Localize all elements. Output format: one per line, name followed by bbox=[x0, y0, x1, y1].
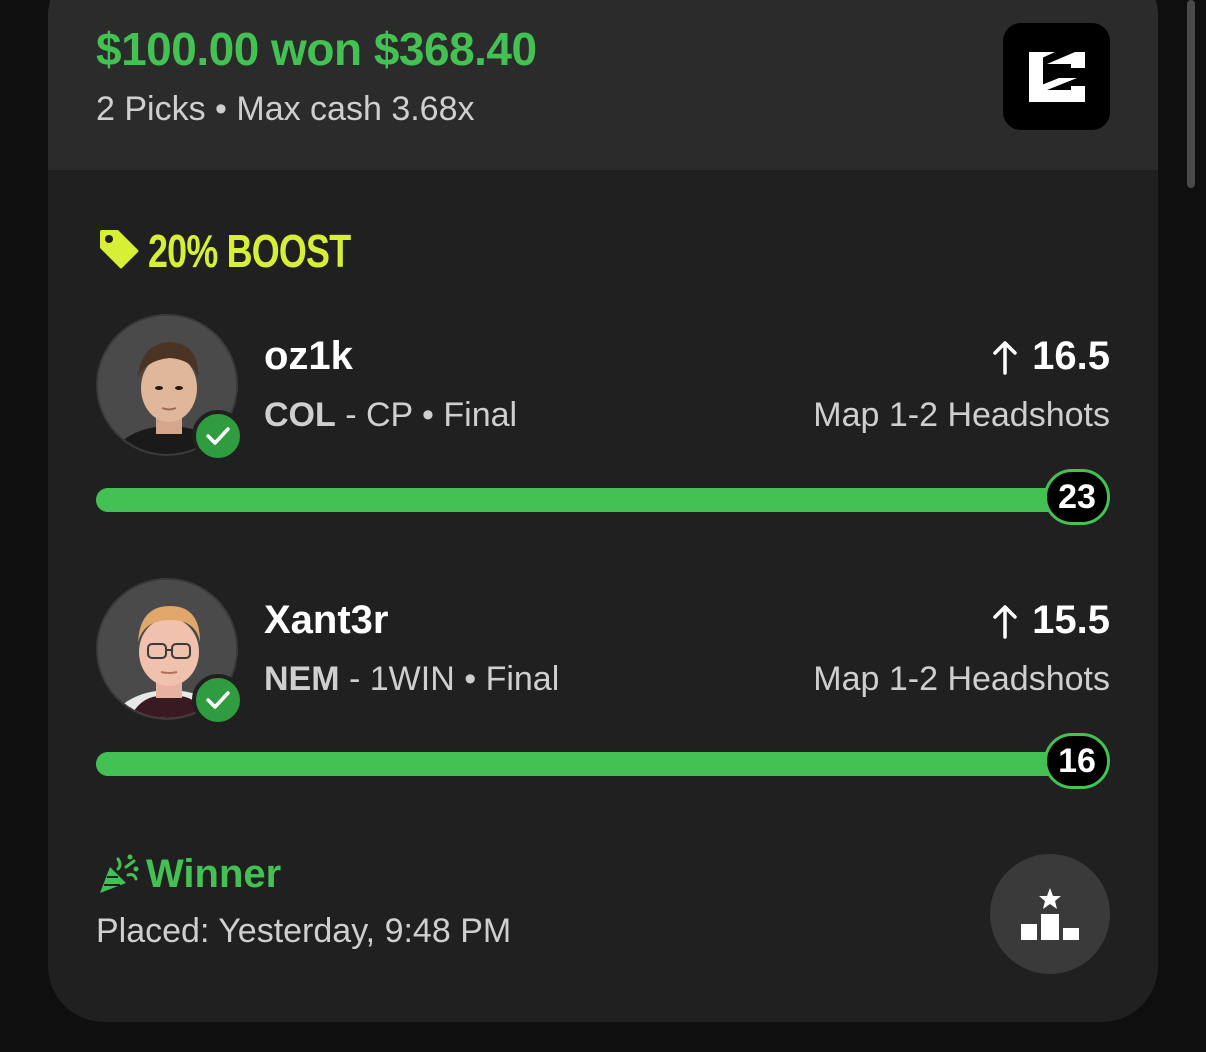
confetti-icon bbox=[96, 853, 140, 897]
boost-label: 20% BOOST bbox=[148, 225, 351, 277]
player-name: oz1k bbox=[264, 334, 353, 378]
check-icon bbox=[192, 674, 244, 726]
team-abbr: NEM bbox=[264, 660, 340, 698]
boost-badge: 20% BOOST bbox=[96, 224, 407, 278]
pick-line: 15.5 bbox=[992, 598, 1110, 643]
line-value: 15.5 bbox=[1032, 598, 1110, 642]
stat-type: Map 1-2 Headshots bbox=[813, 396, 1110, 434]
progress-track bbox=[96, 752, 1096, 776]
player-matchup: NEM - 1WIN • Final bbox=[264, 660, 559, 699]
progress-track bbox=[96, 488, 1096, 512]
check-icon bbox=[192, 410, 244, 462]
entry-payout-title: $100.00 won $368.40 bbox=[96, 23, 537, 75]
entry-card[interactable]: $100.00 won $368.40 2 Picks • Max cash 3… bbox=[48, 0, 1158, 1022]
stat-type: Map 1-2 Headshots bbox=[813, 660, 1110, 698]
team-abbr: COL bbox=[264, 396, 336, 434]
pick-row[interactable]: Xant3r NEM - 1WIN • Final 15.5 Map 1-2 H… bbox=[96, 578, 1110, 828]
arrow-up-icon bbox=[992, 339, 1018, 375]
result-badge: 23 bbox=[1044, 469, 1110, 525]
winner-status: Winner bbox=[96, 852, 281, 897]
pick-row[interactable]: oz1k COL - CP • Final 16.5 Map 1-2 Heads… bbox=[96, 314, 1110, 564]
line-value: 16.5 bbox=[1032, 334, 1110, 378]
leaderboard-button[interactable] bbox=[990, 854, 1110, 974]
progress-fill bbox=[96, 488, 1096, 512]
entry-subtitle: 2 Picks • Max cash 3.68x bbox=[96, 90, 475, 128]
placed-timestamp: Placed: Yesterday, 9:48 PM bbox=[96, 912, 512, 950]
app-logo-icon bbox=[1003, 23, 1110, 130]
matchup-status: - 1WIN • Final bbox=[339, 660, 560, 698]
scrollbar[interactable] bbox=[1187, 0, 1195, 188]
winner-label: Winner bbox=[146, 852, 282, 896]
player-matchup: COL - CP • Final bbox=[264, 396, 517, 435]
matchup-status: - CP • Final bbox=[335, 396, 518, 434]
progress-fill bbox=[96, 752, 1096, 776]
entry-header: $100.00 won $368.40 2 Picks • Max cash 3… bbox=[48, 0, 1158, 170]
arrow-up-icon bbox=[992, 603, 1018, 639]
podium-icon bbox=[1019, 886, 1081, 942]
pick-line: 16.5 bbox=[992, 334, 1110, 379]
tag-icon bbox=[96, 226, 142, 277]
result-badge: 16 bbox=[1044, 733, 1110, 789]
player-name: Xant3r bbox=[264, 598, 389, 642]
